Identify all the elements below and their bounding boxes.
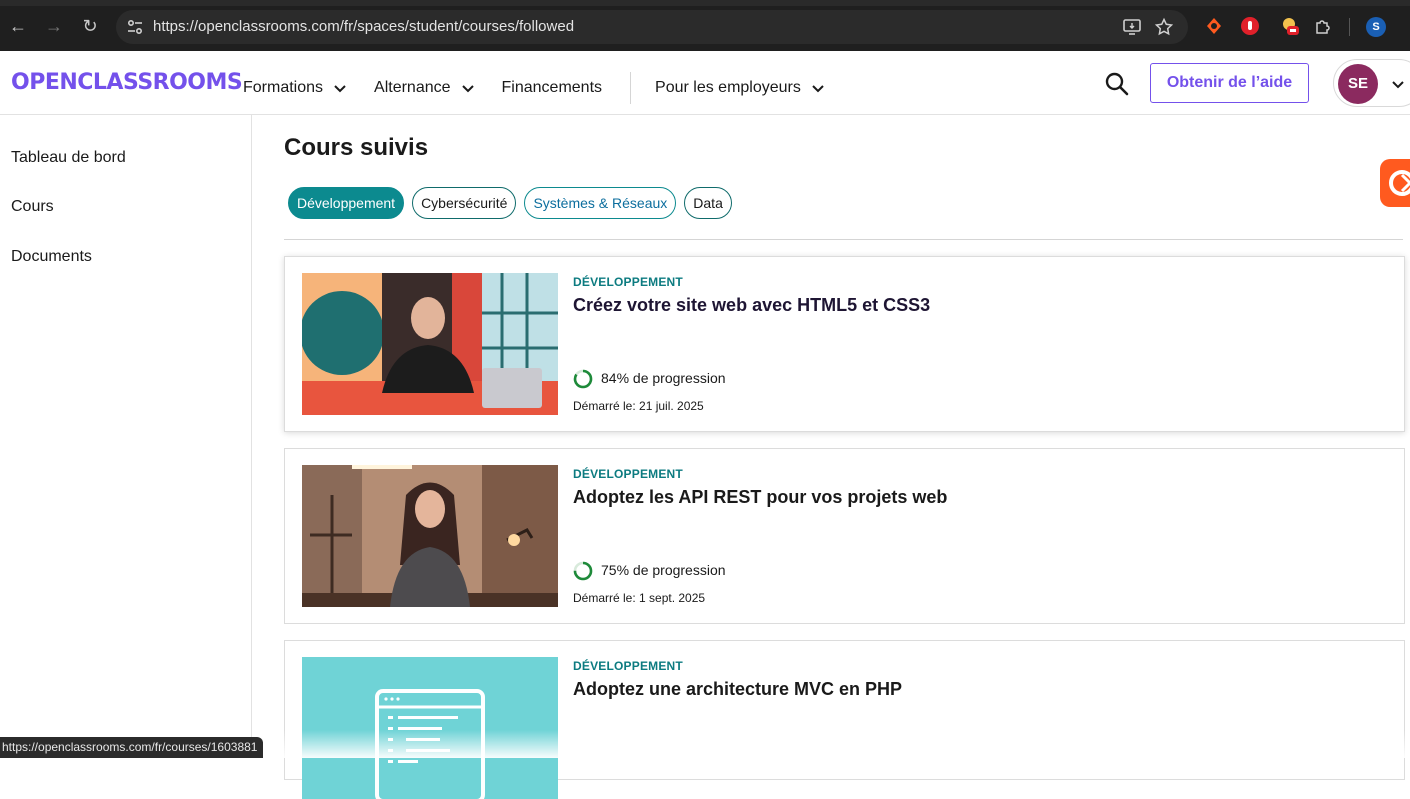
tab-strip [0, 0, 1410, 6]
notification-extension-icon[interactable] [1280, 16, 1300, 36]
start-date: Démarré le: 21 juil. 2025 [573, 399, 704, 413]
page-title: Cours suivis [284, 134, 429, 161]
brave-extension-icon[interactable] [1204, 16, 1224, 36]
site-header: OPENCLASSROOMS Formations Alternance Fin… [0, 51, 1410, 115]
chevron-down-icon [812, 85, 824, 93]
assistant-icon [1389, 170, 1410, 196]
course-category: DÉVELOPPEMENT [573, 659, 683, 673]
toolbar-divider [1349, 18, 1350, 36]
extensions-puzzle-icon[interactable] [1313, 16, 1333, 36]
filter-chips: Développement Cybersécurité Systèmes & R… [288, 187, 740, 219]
url-text[interactable]: https://openclassrooms.com/fr/spaces/stu… [153, 18, 574, 35]
main-nav: Formations Alternance Financements Pour … [243, 72, 852, 104]
bookmark-star-icon[interactable] [1154, 17, 1174, 37]
course-title[interactable]: Adoptez les API REST pour vos projets we… [573, 487, 947, 508]
help-button[interactable]: Obtenir de l’aide [1150, 63, 1309, 103]
back-icon[interactable]: ← [6, 14, 30, 38]
filter-chip-developpement[interactable]: Développement [288, 187, 405, 219]
course-category: DÉVELOPPEMENT [573, 275, 683, 289]
nav-label: Pour les employeurs [655, 79, 801, 96]
user-menu[interactable]: SE [1333, 59, 1410, 107]
course-thumbnail[interactable] [302, 657, 558, 799]
browser-profile-avatar[interactable]: S [1366, 17, 1386, 37]
reload-icon[interactable]: ↻ [78, 14, 102, 38]
course-category: DÉVELOPPEMENT [573, 467, 683, 481]
status-bar-url: https://openclassrooms.com/fr/courses/16… [0, 737, 264, 758]
nav-label: Formations [243, 79, 324, 96]
sidebar: Tableau de bord Cours Documents [0, 115, 252, 758]
progress-ring-icon [573, 561, 593, 581]
sidebar-item-dashboard[interactable]: Tableau de bord [11, 149, 126, 167]
filter-chip-data[interactable]: Data [684, 187, 732, 219]
nav-financements[interactable]: Financements [502, 79, 603, 97]
course-title[interactable]: Créez votre site web avec HTML5 et CSS3 [573, 295, 930, 316]
nav-label: Financements [501, 79, 603, 96]
course-card[interactable]: DÉVELOPPEMENT Adoptez les API REST pour … [284, 448, 1405, 624]
course-card[interactable]: DÉVELOPPEMENT Créez votre site web avec … [284, 256, 1405, 432]
nav-alternance[interactable]: Alternance [374, 79, 476, 97]
start-date: Démarré le: 1 sept. 2025 [573, 591, 706, 605]
sidebar-item-documents[interactable]: Documents [11, 248, 92, 266]
nav-employeurs[interactable]: Pour les employeurs [655, 79, 826, 97]
assistant-widget-button[interactable] [1380, 159, 1410, 207]
nav-formations[interactable]: Formations [243, 79, 348, 97]
sidebar-item-courses[interactable]: Cours [11, 198, 54, 216]
filter-chip-systemes-reseaux[interactable]: Systèmes & Réseaux [524, 187, 677, 219]
course-thumbnail[interactable] [302, 273, 558, 415]
chevron-down-icon [461, 85, 474, 93]
scroll-fade [284, 730, 1410, 758]
forward-icon[interactable]: → [42, 14, 66, 38]
site-settings-icon[interactable] [125, 17, 145, 37]
nav-divider [630, 72, 632, 104]
chevron-down-icon[interactable] [1390, 76, 1406, 92]
openclassrooms-logo[interactable]: OPENCLASSROOMS [11, 70, 243, 95]
filter-chip-cybersecurite[interactable]: Cybersécurité [412, 187, 517, 219]
course-card[interactable]: DÉVELOPPEMENT Adoptez une architecture M… [284, 640, 1405, 799]
chevron-down-icon [334, 85, 346, 93]
nav-label: Alternance [374, 79, 451, 96]
course-thumbnail[interactable] [302, 465, 558, 607]
progress-text: 75% de progression [601, 562, 726, 578]
address-bar[interactable]: https://openclassrooms.com/fr/spaces/stu… [116, 10, 1188, 44]
course-title[interactable]: Adoptez une architecture MVC en PHP [573, 679, 902, 700]
avatar[interactable]: SE [1338, 64, 1378, 104]
search-icon[interactable] [1104, 71, 1130, 97]
progress-ring-icon [573, 369, 593, 389]
browser-chrome: ← → ↻ https://openclassrooms.com/fr/spac… [0, 0, 1410, 51]
divider [284, 239, 1403, 240]
progress-text: 84% de progression [601, 370, 726, 386]
adblock-extension-icon[interactable] [1240, 16, 1260, 36]
install-app-icon[interactable] [1122, 17, 1142, 37]
